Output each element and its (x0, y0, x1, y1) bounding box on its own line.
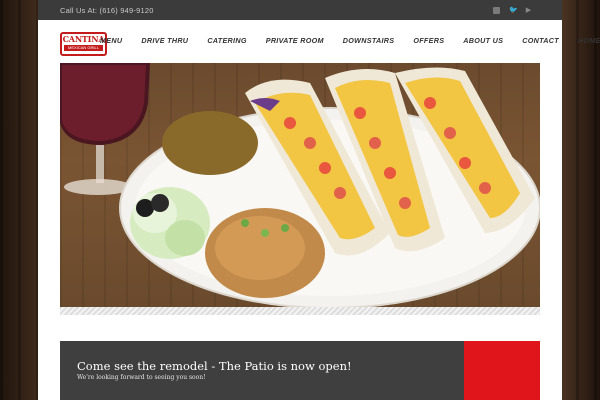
twitter-icon[interactable]: 🐦 (509, 7, 518, 14)
hero-image (60, 63, 540, 307)
social-links: 🐦 ▶ (493, 6, 532, 14)
phone-number: Call Us At: (616) 949-9120 (60, 5, 154, 15)
nav-catering[interactable]: CATERING (207, 36, 246, 45)
hero-food-illustration (60, 63, 540, 307)
announcement-banner: Come see the remodel - The Patio is now … (60, 341, 464, 400)
nav-home[interactable]: HOME (578, 36, 600, 45)
hero-divider (60, 307, 540, 315)
facebook-icon[interactable] (493, 6, 500, 14)
beans (162, 111, 258, 175)
nav-offers[interactable]: OFFERS (413, 36, 444, 45)
header: CANTINA MEXICAN GRILL MENU DRIVE THRU CA… (38, 20, 600, 60)
youtube-icon[interactable]: ▶ (525, 7, 532, 14)
banner-cta-block[interactable] (464, 341, 540, 400)
nav-menu[interactable]: MENU (100, 36, 122, 45)
banner-subtitle: We're looking forward to seeing you soon… (77, 374, 206, 381)
top-bar: Call Us At: (616) 949-9120 🐦 ▶ (38, 0, 562, 20)
main-nav: MENU DRIVE THRU CATERING PRIVATE ROOM DO… (100, 20, 600, 60)
nav-downstairs[interactable]: DOWNSTAIRS (343, 36, 395, 45)
page-container: Call Us At: (616) 949-9120 🐦 ▶ CANTINA M… (38, 0, 600, 400)
nav-private-room[interactable]: PRIVATE ROOM (266, 36, 324, 45)
logo-subtext: MEXICAN GRILL (64, 45, 103, 51)
logo-text: CANTINA (62, 34, 105, 44)
nav-drive-thru[interactable]: DRIVE THRU (141, 36, 188, 45)
nav-about-us[interactable]: ABOUT US (463, 36, 503, 45)
lettuce (130, 187, 210, 259)
banner-title: Come see the remodel - The Patio is now … (77, 359, 352, 373)
nav-contact[interactable]: CONTACT (522, 36, 559, 45)
